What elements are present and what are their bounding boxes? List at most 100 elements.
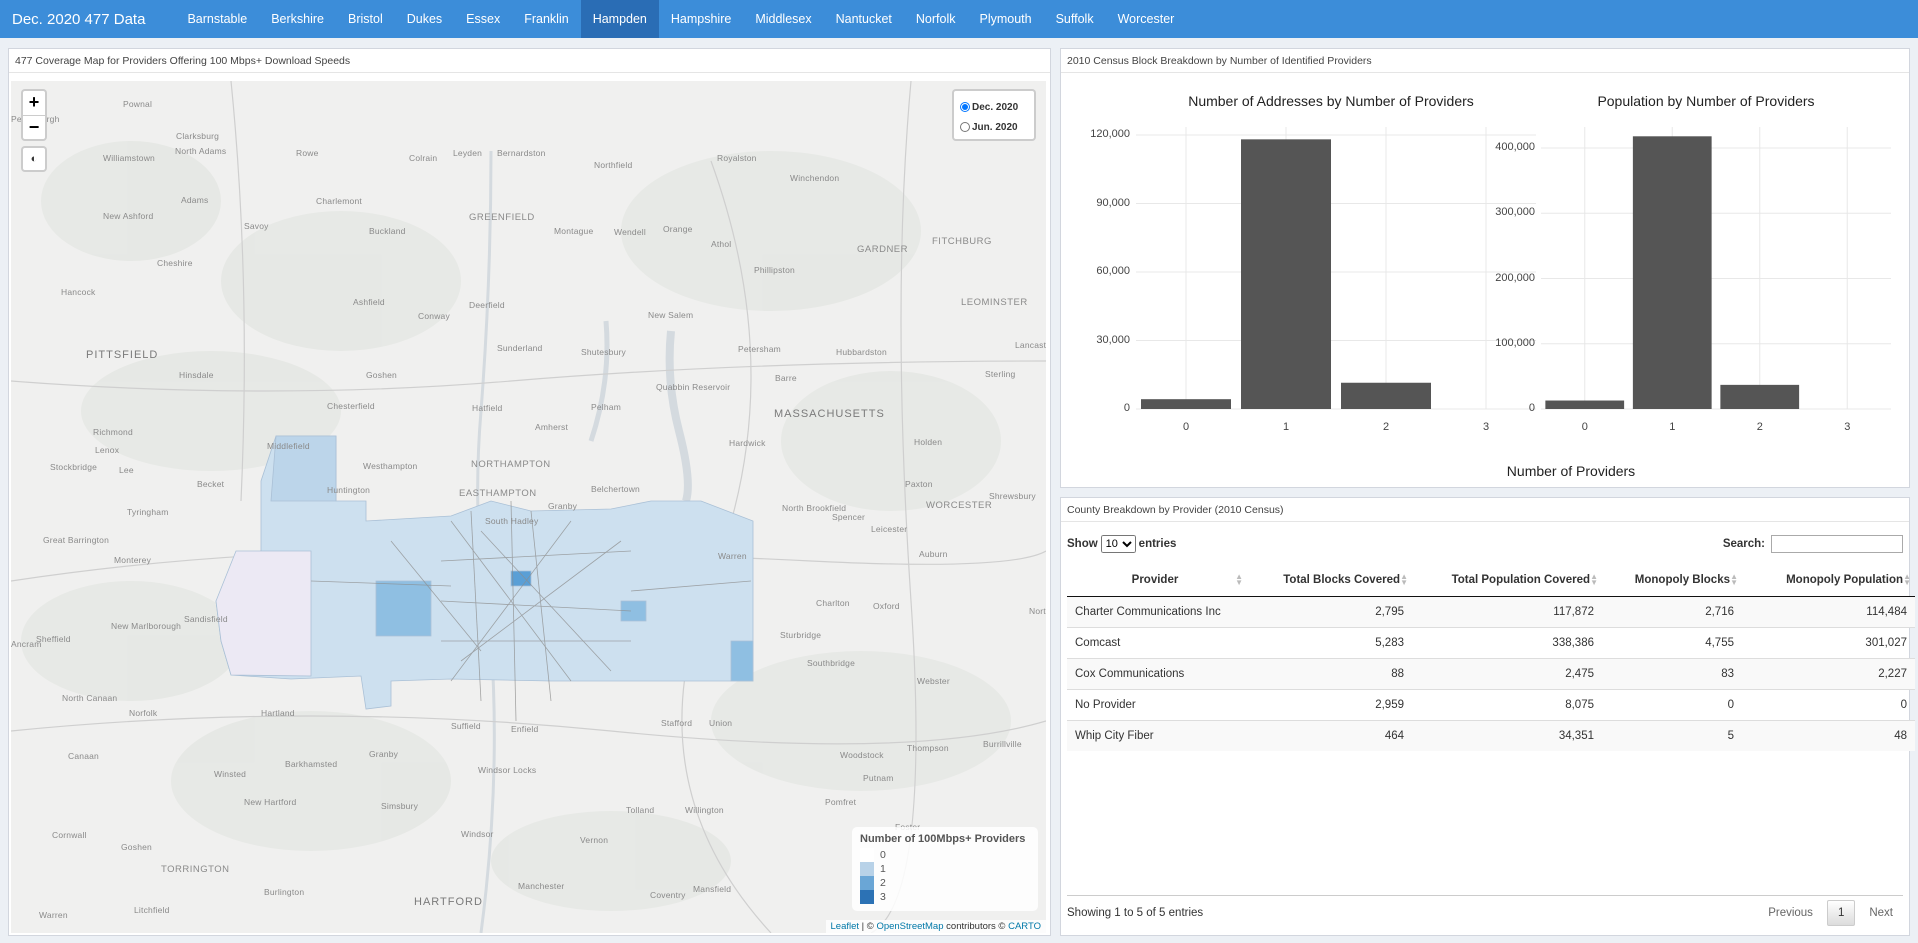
nav-item-plymouth[interactable]: Plymouth <box>967 0 1043 38</box>
place-label: Mansfield <box>693 884 732 894</box>
place-label: Petersham <box>738 344 781 354</box>
radio-dec-2020-input[interactable] <box>960 102 970 112</box>
col-total-population[interactable]: Total Population Covered ▲ ▼ <box>1412 564 1602 597</box>
table-row[interactable]: Comcast 5,283 338,386 4,755 301,027 <box>1067 626 1915 658</box>
table-cell: Whip City Fiber <box>1067 719 1247 751</box>
period-radio-control: Dec. 2020 Jun. 2020 <box>952 89 1036 141</box>
legend-swatch <box>860 848 874 862</box>
legend-swatch <box>860 890 874 904</box>
page-1-button[interactable]: 1 <box>1826 899 1856 926</box>
place-label: Richmond <box>93 427 133 437</box>
search-group: Search: <box>1723 535 1903 553</box>
table-footer: Showing 1 to 5 of 5 entries Previous 1 N… <box>1067 895 1903 929</box>
table-row[interactable]: Charter Communications Inc 2,795 117,872 2,… <box>1067 595 1915 627</box>
next-button[interactable]: Next <box>1859 901 1903 925</box>
place-label: Woodstock <box>840 750 884 760</box>
table-cell: 34,351 <box>1412 719 1602 751</box>
legend-item: 3 <box>860 890 1030 904</box>
table-row[interactable]: No Provider 2,959 8,075 0 0 <box>1067 688 1915 720</box>
place-label: Vernon <box>580 835 609 845</box>
place-label: Hardwick <box>729 438 766 448</box>
col-monopoly-population[interactable]: Monopoly Population ▲ ▼ <box>1742 564 1915 597</box>
col-provider[interactable]: Provider ▲ ▼ <box>1067 564 1247 597</box>
charts-panel: 2010 Census Block Breakdown by Number of… <box>1060 48 1910 488</box>
place-label: EASTHAMPTON <box>459 488 537 499</box>
bar[interactable] <box>1632 136 1712 410</box>
bar[interactable] <box>1545 400 1625 409</box>
radio-dec-2020[interactable]: Dec. 2020 <box>960 97 1028 117</box>
nav-item-franklin[interactable]: Franklin <box>512 0 580 38</box>
place-label: New Hartford <box>244 797 297 807</box>
zoom-in-button[interactable]: + <box>23 91 45 115</box>
osm-link[interactable]: OpenStreetMap <box>876 921 943 932</box>
place-label: Conway <box>418 311 450 321</box>
place-label: NORTHAMPTON <box>471 459 551 470</box>
place-label: Granby <box>548 501 578 511</box>
col-total-blocks-label: Total Blocks Covered <box>1283 573 1400 586</box>
coverage-map[interactable]: PownalPetersburghClarksburgNorth AdamsWi… <box>11 81 1046 933</box>
page-length-select[interactable]: 10 <box>1100 535 1136 553</box>
leaflet-link[interactable]: Leaflet <box>831 921 860 932</box>
place-label: Charlton <box>816 598 850 608</box>
x-tick-label: 1 <box>1669 421 1676 433</box>
place-label: Goshen <box>121 842 152 852</box>
entries-label: entries <box>1138 538 1177 550</box>
place-label: Ancram <box>11 639 42 649</box>
table-row[interactable]: Whip City Fiber 464 34,351 5 48 <box>1067 719 1915 751</box>
nav-item-hampshire[interactable]: Hampshire <box>659 0 743 38</box>
zoom-out-button[interactable]: − <box>23 115 45 139</box>
app-title[interactable]: Dec. 2020 477 Data <box>0 0 157 38</box>
col-monopoly-blocks-label: Monopoly Blocks <box>1634 573 1730 586</box>
place-label: TORRINGTON <box>161 864 230 875</box>
radio-jun-2020-input[interactable] <box>960 122 970 132</box>
x-tick-label: 0 <box>1581 421 1588 433</box>
place-label: Southbridge <box>807 658 856 668</box>
carto-link[interactable]: CARTO <box>1008 921 1041 932</box>
sort-icon: ▲ ▼ <box>1400 572 1408 587</box>
place-label: MASSACHUSETTS <box>774 408 885 420</box>
nav-item-worcester[interactable]: Worcester <box>1106 0 1187 38</box>
globe-icon[interactable]: ◐ <box>21 146 47 172</box>
legend-item: 2 <box>860 876 1030 890</box>
x-tick-label: 3 <box>1844 421 1851 433</box>
search-input[interactable] <box>1771 535 1903 553</box>
nav-item-essex[interactable]: Essex <box>454 0 512 38</box>
col-monopoly-blocks[interactable]: Monopoly Blocks ▲ ▼ <box>1602 564 1742 597</box>
col-total-population-label: Total Population Covered <box>1451 573 1590 586</box>
place-label: Colrain <box>409 153 438 163</box>
place-label: North <box>1029 606 1046 616</box>
nav-item-barnstable[interactable]: Barnstable <box>175 0 259 38</box>
nav-item-hampden[interactable]: Hampden <box>580 0 659 38</box>
place-label: Adams <box>181 195 209 205</box>
bar[interactable] <box>1720 384 1800 409</box>
nav-item-norfolk[interactable]: Norfolk <box>904 0 968 38</box>
place-label: Orange <box>663 224 693 234</box>
previous-button[interactable]: Previous <box>1758 901 1823 925</box>
legend-rows: 0 1 2 3 <box>860 848 1030 904</box>
x-axis-title: Number of Providers <box>1506 463 1636 479</box>
place-label: Canaan <box>68 751 99 761</box>
place-label: Burrillville <box>983 739 1022 749</box>
nav-item-middlesex[interactable]: Middlesex <box>743 0 823 38</box>
place-label: Simsbury <box>381 801 419 811</box>
nav-item-berkshire[interactable]: Berkshire <box>259 0 336 38</box>
place-label: Charlemont <box>316 196 362 206</box>
nav-item-suffolk[interactable]: Suffolk <box>1044 0 1106 38</box>
place-label: Burlington <box>264 887 305 897</box>
table-cell: Charter Communications Inc <box>1067 595 1247 627</box>
place-label: Leyden <box>453 148 483 158</box>
nav-item-nantucket[interactable]: Nantucket <box>824 0 904 38</box>
nav-item-bristol[interactable]: Bristol <box>336 0 395 38</box>
nav-item-dukes[interactable]: Dukes <box>395 0 454 38</box>
place-label: Royalston <box>717 153 757 163</box>
legend-title: Number of 100Mbps+ Providers <box>860 833 1026 845</box>
place-label: Hatfield <box>472 403 503 413</box>
place-label: Holden <box>914 437 943 447</box>
legend-label: 1 <box>880 863 886 875</box>
radio-jun-2020[interactable]: Jun. 2020 <box>960 117 1028 137</box>
table-row[interactable]: Cox Communications 88 2,475 83 2,227 <box>1067 657 1915 689</box>
col-total-blocks[interactable]: Total Blocks Covered ▲ ▼ <box>1247 564 1412 597</box>
place-label: Shrewsbury <box>989 491 1036 501</box>
place-label: Pomfret <box>825 797 857 807</box>
attrib-sep-2: contributors © <box>943 921 1009 932</box>
